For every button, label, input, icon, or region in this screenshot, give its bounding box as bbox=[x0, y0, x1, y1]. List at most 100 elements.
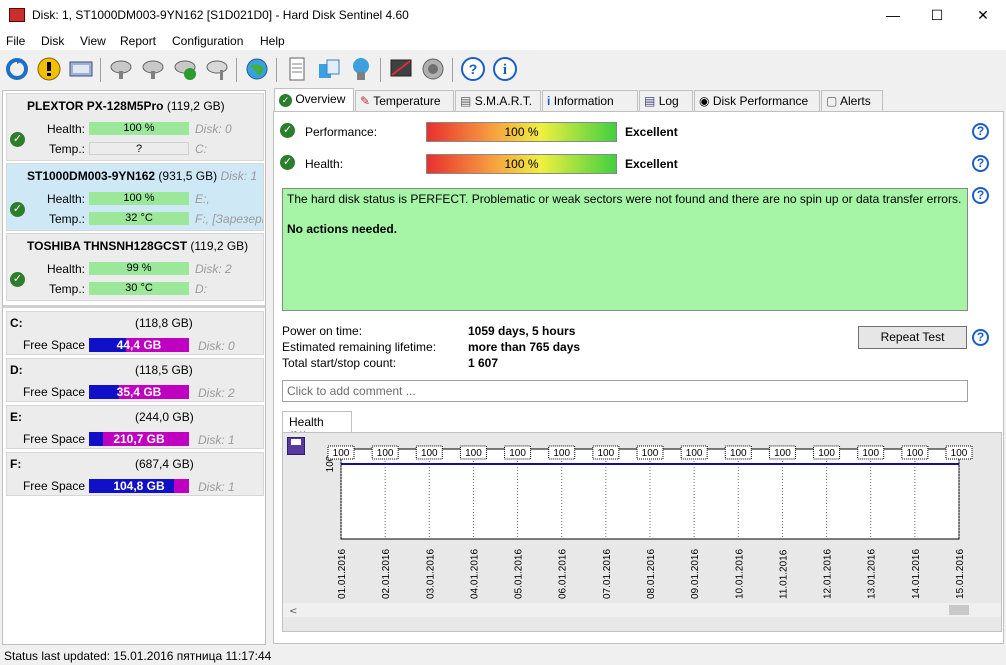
tab-temperature[interactable]: ✎ Temperature bbox=[355, 90, 454, 112]
health-chart-area: <100 100 01.01.2016 100 02.01.2016 100 03.01.2… bbox=[282, 432, 1002, 632]
volume-item[interactable]: C: (118,8 GB) Free Space 44,4 GB Disk: 0 bbox=[6, 311, 264, 355]
help-icon[interactable]: ? bbox=[972, 123, 989, 140]
free-space-label: Free Space bbox=[22, 479, 85, 493]
toolbar-separator bbox=[236, 58, 237, 82]
info-icon[interactable]: i bbox=[492, 56, 518, 82]
close-button[interactable]: ✕ bbox=[960, 0, 1006, 30]
comment-input[interactable]: Click to add comment ... bbox=[282, 380, 968, 402]
sync-icon[interactable] bbox=[316, 56, 342, 82]
x-tick-label: 06.01.2016 bbox=[558, 549, 569, 599]
toolbar-separator bbox=[100, 58, 101, 82]
tab-log[interactable]: ▤ Log bbox=[639, 90, 693, 112]
sound-icon[interactable] bbox=[420, 56, 446, 82]
repeat-test-button[interactable]: Repeat Test bbox=[858, 326, 967, 349]
x-tick-label: 11.01.2016 bbox=[778, 549, 789, 599]
disk-ref: Disk: 2 bbox=[195, 262, 232, 276]
health-label: Health: bbox=[305, 157, 344, 171]
disk-item-selected[interactable]: ST1000DM003-9YN162 (931,5 GB) Disk: 1 ✓ … bbox=[6, 163, 264, 231]
disk-info-icon[interactable] bbox=[68, 56, 94, 82]
status-bar-text: Status last updated: 15.01.2016 пятница … bbox=[4, 649, 272, 663]
drive-ref: F:, [Зарезерв bbox=[195, 212, 263, 226]
disk-item[interactable]: PLEXTOR PX-128M5Pro (119,2 GB) ✓ Health:… bbox=[6, 93, 264, 161]
free-space-bar: 35,4 GB bbox=[89, 385, 189, 399]
disk-surface-icon[interactable] bbox=[140, 56, 166, 82]
free-space-bar: 104,8 GB bbox=[89, 479, 189, 493]
x-tick-label: 01.01.2016 bbox=[337, 549, 348, 599]
volume-item[interactable]: F: (687,4 GB) Free Space 104,8 GB Disk: … bbox=[6, 452, 264, 496]
network-icon[interactable] bbox=[348, 56, 374, 82]
status-text: The hard disk status is PERFECT. Problem… bbox=[287, 192, 962, 206]
health-bar: 100 % bbox=[89, 122, 189, 135]
globe-icon[interactable] bbox=[244, 56, 270, 82]
free-space-bar: 210,7 GB bbox=[89, 432, 189, 446]
disk-test-icon[interactable] bbox=[108, 56, 134, 82]
lifetime-label: Estimated remaining lifetime: bbox=[282, 340, 437, 354]
minimize-button[interactable]: — bbox=[870, 0, 916, 30]
x-tick-label: 09.01.2016 bbox=[690, 549, 701, 599]
disk-ref: Disk: 2 bbox=[198, 386, 235, 400]
panel-divider bbox=[3, 305, 265, 308]
maximize-button[interactable]: ☐ bbox=[914, 0, 960, 30]
menu-file[interactable]: File bbox=[6, 34, 25, 48]
temp-bar: 30 °C bbox=[89, 282, 189, 295]
data-label: 100 bbox=[818, 448, 835, 459]
menu-view[interactable]: View bbox=[80, 34, 106, 48]
data-label: 100 bbox=[951, 448, 968, 459]
disk-name: PLEXTOR PX-128M5Pro (119,2 GB) bbox=[27, 99, 225, 113]
disk-check-icon[interactable] bbox=[172, 56, 198, 82]
horizontal-scrollbar bbox=[283, 603, 1001, 617]
menu-disk[interactable]: Disk bbox=[41, 34, 64, 48]
toolbar-separator bbox=[452, 58, 453, 82]
menu-report[interactable]: Report bbox=[120, 34, 156, 48]
data-label: 100 bbox=[465, 448, 482, 459]
data-label: 100 bbox=[862, 448, 879, 459]
menu-bar: File Disk View Report Configuration Help bbox=[0, 30, 1006, 50]
data-label: 100 bbox=[774, 448, 791, 459]
health-bar: 100 % bbox=[89, 192, 189, 205]
status-message-box: The hard disk status is PERFECT. Problem… bbox=[282, 188, 968, 311]
svg-text:?: ? bbox=[469, 61, 478, 77]
volume-item[interactable]: E: (244,0 GB) Free Space 210,7 GB Disk: … bbox=[6, 405, 264, 449]
temp-label: Temp.: bbox=[48, 212, 85, 226]
help-icon[interactable]: ? bbox=[972, 187, 989, 204]
overview-panel: ✓ Performance: 100 % Excellent ? ✓ Healt… bbox=[273, 111, 1004, 644]
status-bar: Status last updated: 15.01.2016 пятница … bbox=[0, 645, 1006, 665]
lifetime-value: more than 765 days bbox=[468, 340, 581, 354]
menu-configuration[interactable]: Configuration bbox=[172, 34, 243, 48]
disk-settings-icon[interactable] bbox=[204, 56, 230, 82]
tab-overview[interactable]: ✓ Overview bbox=[274, 88, 354, 112]
tab-information[interactable]: i Information bbox=[542, 90, 638, 112]
help-icon[interactable]: ? bbox=[460, 56, 486, 82]
data-label: 100 bbox=[553, 448, 570, 459]
disk-name: ST1000DM003-9YN162 (931,5 GB) Disk: 1 bbox=[27, 169, 258, 183]
status-ok-icon: ✓ bbox=[280, 155, 295, 170]
data-label: 100 bbox=[509, 448, 526, 459]
health-rating: Excellent bbox=[625, 157, 678, 171]
power-on-label: Power on time: bbox=[282, 324, 363, 338]
help-icon[interactable]: ? bbox=[972, 329, 989, 346]
status-action: No actions needed. bbox=[287, 222, 398, 236]
configuration-icon[interactable] bbox=[388, 56, 414, 82]
free-space-value: 210,7 GB bbox=[113, 432, 165, 446]
volume-item[interactable]: D: (118,5 GB) Free Space 35,4 GB Disk: 2 bbox=[6, 358, 264, 402]
x-tick-label: 02.01.2016 bbox=[381, 549, 392, 599]
free-space-value: 35,4 GB bbox=[116, 385, 162, 399]
disk-ref: E:, bbox=[195, 192, 210, 206]
report-icon[interactable] bbox=[284, 56, 310, 82]
data-label: 100 bbox=[333, 448, 350, 459]
drive-ref: D: bbox=[195, 282, 207, 296]
warning-icon[interactable] bbox=[36, 56, 62, 82]
help-icon[interactable]: ? bbox=[972, 155, 989, 172]
tab-smart[interactable]: ▤ S.M.A.R.T. bbox=[455, 90, 541, 112]
disk-ref: Disk: 1 bbox=[198, 480, 235, 494]
tab-alerts[interactable]: ▢ Alerts bbox=[821, 90, 883, 112]
toolbar-separator bbox=[380, 58, 381, 82]
tab-health-chart[interactable]: Health (%) bbox=[282, 411, 352, 443]
menu-help[interactable]: Help bbox=[260, 34, 285, 48]
alerts-icon: ▢ bbox=[826, 94, 838, 108]
startstop-value: 1 607 bbox=[468, 356, 499, 370]
disk-list-panel: PLEXTOR PX-128M5Pro (119,2 GB) ✓ Health:… bbox=[2, 90, 266, 645]
disk-item[interactable]: TOSHIBA THNSNH128GCST (119,2 GB) ✓ Healt… bbox=[6, 233, 264, 301]
refresh-icon[interactable] bbox=[4, 56, 30, 82]
tab-disk-performance[interactable]: ◉ Disk Performance bbox=[694, 90, 820, 112]
